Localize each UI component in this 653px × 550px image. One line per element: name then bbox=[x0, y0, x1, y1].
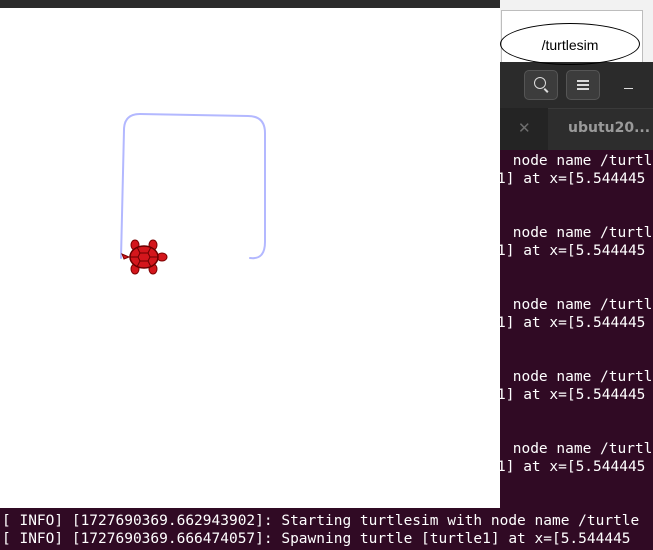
terminal-tab-bar: ✕ ubutu20... bbox=[500, 108, 653, 150]
turtle-trail bbox=[120, 113, 266, 260]
graph-canvas[interactable]: /turtlesim bbox=[500, 10, 643, 65]
menu-button[interactable] bbox=[566, 70, 600, 100]
minimize-icon bbox=[624, 88, 633, 89]
search-icon bbox=[534, 77, 546, 89]
close-icon[interactable]: ✕ bbox=[518, 118, 531, 138]
terminal-line: [ INFO] [1727690369.666474057]: Spawning… bbox=[2, 531, 631, 547]
graph-node-turtlesim[interactable]: /turtlesim bbox=[500, 23, 640, 65]
node-label: /turtlesim bbox=[541, 37, 599, 53]
terminal-line: 1] at x=[5.544445 bbox=[497, 315, 646, 331]
terminal-header-bar bbox=[500, 62, 653, 108]
turtlesim-titlebar[interactable] bbox=[0, 0, 500, 8]
terminal-line: 1] at x=[5.544445 bbox=[497, 387, 646, 403]
terminal-line: [ INFO] [1727690369.662943902]: Starting… bbox=[2, 513, 640, 529]
terminal-line: 1] at x=[5.544445 bbox=[497, 459, 646, 475]
terminal-line: 1] at x=[5.544445 bbox=[497, 171, 646, 187]
terminal-line: node name /turtle bbox=[504, 441, 653, 457]
minimize-button[interactable] bbox=[622, 80, 636, 94]
terminal-line: node name /turtle bbox=[504, 297, 653, 313]
tab-title: ubutu20... bbox=[568, 120, 651, 136]
turtlesim-window bbox=[0, 0, 500, 508]
graph-window: /turtlesim bbox=[500, 0, 653, 65]
search-button[interactable] bbox=[524, 70, 558, 100]
hamburger-menu-icon bbox=[577, 80, 589, 90]
tab-inactive[interactable]: ✕ bbox=[500, 108, 546, 150]
turtle-icon bbox=[121, 239, 168, 275]
terminal-line: node name /turtle bbox=[504, 369, 653, 385]
turtlesim-canvas bbox=[0, 8, 500, 508]
terminal-line: node name /turtle bbox=[504, 153, 653, 169]
tab-active[interactable]: ubutu20... bbox=[548, 108, 653, 150]
terminal-line: 1] at x=[5.544445 bbox=[497, 243, 646, 259]
terminal-line: node name /turtle bbox=[504, 225, 653, 241]
